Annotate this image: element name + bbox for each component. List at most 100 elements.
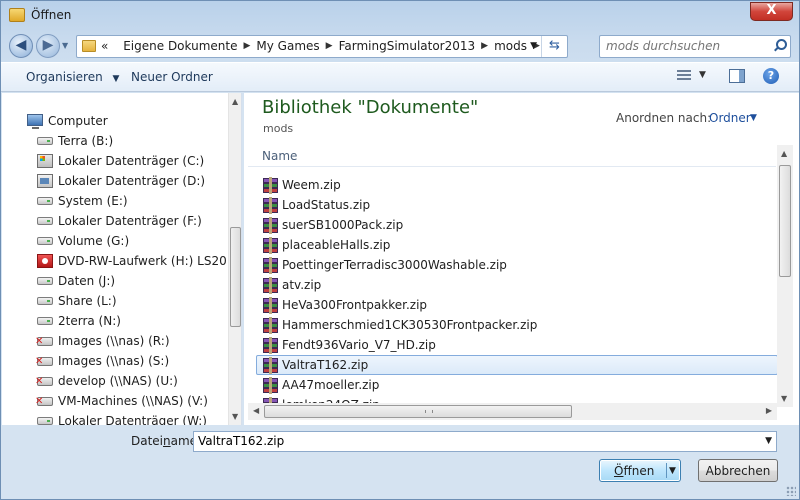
- file-name: atv.zip: [282, 278, 322, 292]
- scroll-down-icon[interactable]: ▼: [781, 394, 787, 403]
- dvd-icon: [37, 254, 53, 268]
- chevron-down-icon: ▼: [112, 74, 120, 84]
- scrollbar-thumb[interactable]: [230, 227, 241, 327]
- file-row[interactable]: Fendt936Vario_V7_HD.zip: [256, 335, 778, 355]
- breadcrumb-item[interactable]: mods: [494, 39, 527, 53]
- breadcrumb[interactable]: « Eigene Dokumente ▶ My Games ▶ FarmingS…: [76, 35, 568, 58]
- resize-grip-icon[interactable]: [786, 486, 796, 496]
- file-row[interactable]: LoadStatus.zip: [256, 195, 778, 215]
- help-icon[interactable]: ?: [763, 68, 779, 84]
- cancel-button[interactable]: Abbrechen: [698, 459, 778, 482]
- chevron-down-icon[interactable]: ▼: [750, 113, 757, 123]
- cancel-button-label: Abbrechen: [705, 464, 771, 478]
- scroll-right-icon[interactable]: ▶: [766, 406, 772, 415]
- nav-item-drive[interactable]: VM-Machines (\\NAS) (V:): [2, 391, 230, 411]
- file-row[interactable]: suerSB1000Pack.zip: [256, 215, 778, 235]
- filename-label: Dateiname:: [131, 434, 201, 448]
- nav-item-drive[interactable]: Share (L:): [2, 291, 230, 311]
- nav-item-label: DVD-RW-Laufwerk (H:) LS2013: [58, 254, 242, 268]
- chevron-down-icon[interactable]: ▼: [669, 466, 676, 476]
- scrollbar-thumb[interactable]: [779, 165, 791, 277]
- close-button[interactable]: X: [750, 2, 793, 21]
- nav-item-drive[interactable]: 2terra (N:): [2, 311, 230, 331]
- file-name: AA47moeller.zip: [282, 378, 380, 392]
- scroll-up-icon[interactable]: ▲: [232, 97, 238, 106]
- nav-item-drive[interactable]: Volume (G:): [2, 231, 230, 251]
- nav-item-drive[interactable]: Lokaler Datenträger (C:): [2, 151, 230, 171]
- nav-item-drive[interactable]: Lokaler Datenträger (F:): [2, 211, 230, 231]
- nav-item-label: Lokaler Datenträger (D:): [58, 174, 206, 188]
- search-box[interactable]: [599, 35, 791, 58]
- file-name: suerSB1000Pack.zip: [282, 218, 404, 232]
- nav-item-drive[interactable]: Images (\\nas) (R:): [2, 331, 230, 351]
- chevron-down-icon[interactable]: ▼: [765, 436, 772, 446]
- forward-button[interactable]: ▶: [36, 34, 60, 58]
- nav-item-drive[interactable]: develop (\\NAS) (U:): [2, 371, 230, 391]
- search-icon[interactable]: [773, 39, 787, 53]
- scroll-up-icon[interactable]: ▲: [781, 149, 787, 158]
- nav-item-label: Terra (B:): [58, 134, 114, 148]
- drive-icon: [37, 277, 53, 285]
- view-options-icon[interactable]: [677, 70, 691, 82]
- file-row[interactable]: AA47moeller.zip: [256, 375, 778, 395]
- zip-archive-icon: [263, 377, 278, 394]
- file-row[interactable]: PoettingerTerradisc3000Washable.zip: [256, 255, 778, 275]
- file-list-hscroll[interactable]: ◀ ▶: [248, 403, 777, 420]
- column-header[interactable]: Name: [248, 145, 776, 167]
- file-row[interactable]: Hammerschmied1CK30530Frontpacker.zip: [256, 315, 778, 335]
- breadcrumb-item[interactable]: My Games: [256, 39, 319, 53]
- file-view: Bibliothek "Dokumente" mods Anordnen nac…: [244, 93, 799, 425]
- netdrive-off-icon: [35, 397, 53, 407]
- nav-item-drive[interactable]: System (E:): [2, 191, 230, 211]
- filename-input[interactable]: [198, 434, 748, 448]
- file-row[interactable]: placeableHalls.zip: [256, 235, 778, 255]
- chevron-right-icon[interactable]: ▶: [243, 41, 250, 51]
- chevron-down-icon[interactable]: ▼: [699, 70, 706, 80]
- breadcrumb-item[interactable]: Eigene Dokumente: [123, 39, 237, 53]
- nav-item-computer[interactable]: Computer: [2, 111, 230, 131]
- nav-item-drive[interactable]: Daten (J:): [2, 271, 230, 291]
- nav-item-drive[interactable]: Lokaler Datenträger (W:): [2, 411, 230, 425]
- nav-item-drive[interactable]: Lokaler Datenträger (D:): [2, 171, 230, 191]
- address-history-dropdown[interactable]: ▼: [530, 41, 537, 51]
- nav-item-label: Lokaler Datenträger (F:): [58, 214, 202, 228]
- back-button[interactable]: ◀: [9, 34, 33, 58]
- nav-item-label: Daten (J:): [58, 274, 116, 288]
- drive-icon: [37, 317, 53, 325]
- scrollbar-thumb[interactable]: [264, 405, 572, 418]
- chevron-right-icon: [114, 41, 117, 51]
- file-list-vscroll[interactable]: ▲ ▼: [777, 145, 793, 407]
- file-row[interactable]: HeVa300Frontpakker.zip: [256, 295, 778, 315]
- nav-item-label: Lokaler Datenträger (C:): [58, 154, 205, 168]
- window-title: Öffnen: [31, 8, 72, 22]
- recent-locations-dropdown[interactable]: ▼: [62, 41, 68, 50]
- nav-item-drive[interactable]: Images (\\nas) (S:): [2, 351, 230, 371]
- scroll-down-icon[interactable]: ▼: [232, 412, 238, 421]
- file-row[interactable]: Weem.zip: [256, 175, 778, 195]
- title-bar[interactable]: Öffnen X: [1, 1, 799, 31]
- breadcrumb-overflow[interactable]: «: [101, 39, 108, 53]
- chevron-right-icon[interactable]: ▶: [326, 41, 333, 51]
- nav-item-drive[interactable]: DVD-RW-Laufwerk (H:) LS2013: [2, 251, 241, 271]
- navigation-scrollbar[interactable]: ▲ ▼: [228, 93, 241, 425]
- nav-item-drive[interactable]: Terra (B:): [2, 131, 230, 151]
- chevron-right-icon[interactable]: ▶: [481, 41, 488, 51]
- open-button[interactable]: Öffnen ▼: [599, 459, 681, 482]
- refresh-button[interactable]: ⇆: [541, 36, 567, 57]
- folder-icon: [82, 40, 96, 52]
- preview-pane-icon[interactable]: [729, 69, 745, 83]
- grip-icon: [425, 410, 433, 413]
- new-folder-button[interactable]: Neuer Ordner: [131, 70, 213, 84]
- file-name: PoettingerTerradisc3000Washable.zip: [282, 258, 507, 272]
- breadcrumb-item[interactable]: FarmingSimulator2013: [339, 39, 476, 53]
- file-row[interactable]: ValtraT162.zip: [256, 355, 778, 375]
- file-row[interactable]: atv.zip: [256, 275, 778, 295]
- scroll-left-icon[interactable]: ◀: [253, 406, 259, 415]
- arrange-by-dropdown[interactable]: Ordner: [709, 111, 751, 125]
- organize-menu[interactable]: Organisieren ▼: [26, 70, 119, 84]
- column-name-header[interactable]: Name: [262, 149, 297, 163]
- nav-item-label: 2terra (N:): [58, 314, 121, 328]
- file-name: HeVa300Frontpakker.zip: [282, 298, 428, 312]
- search-input[interactable]: [606, 39, 766, 53]
- filename-combobox[interactable]: ▼: [193, 431, 777, 452]
